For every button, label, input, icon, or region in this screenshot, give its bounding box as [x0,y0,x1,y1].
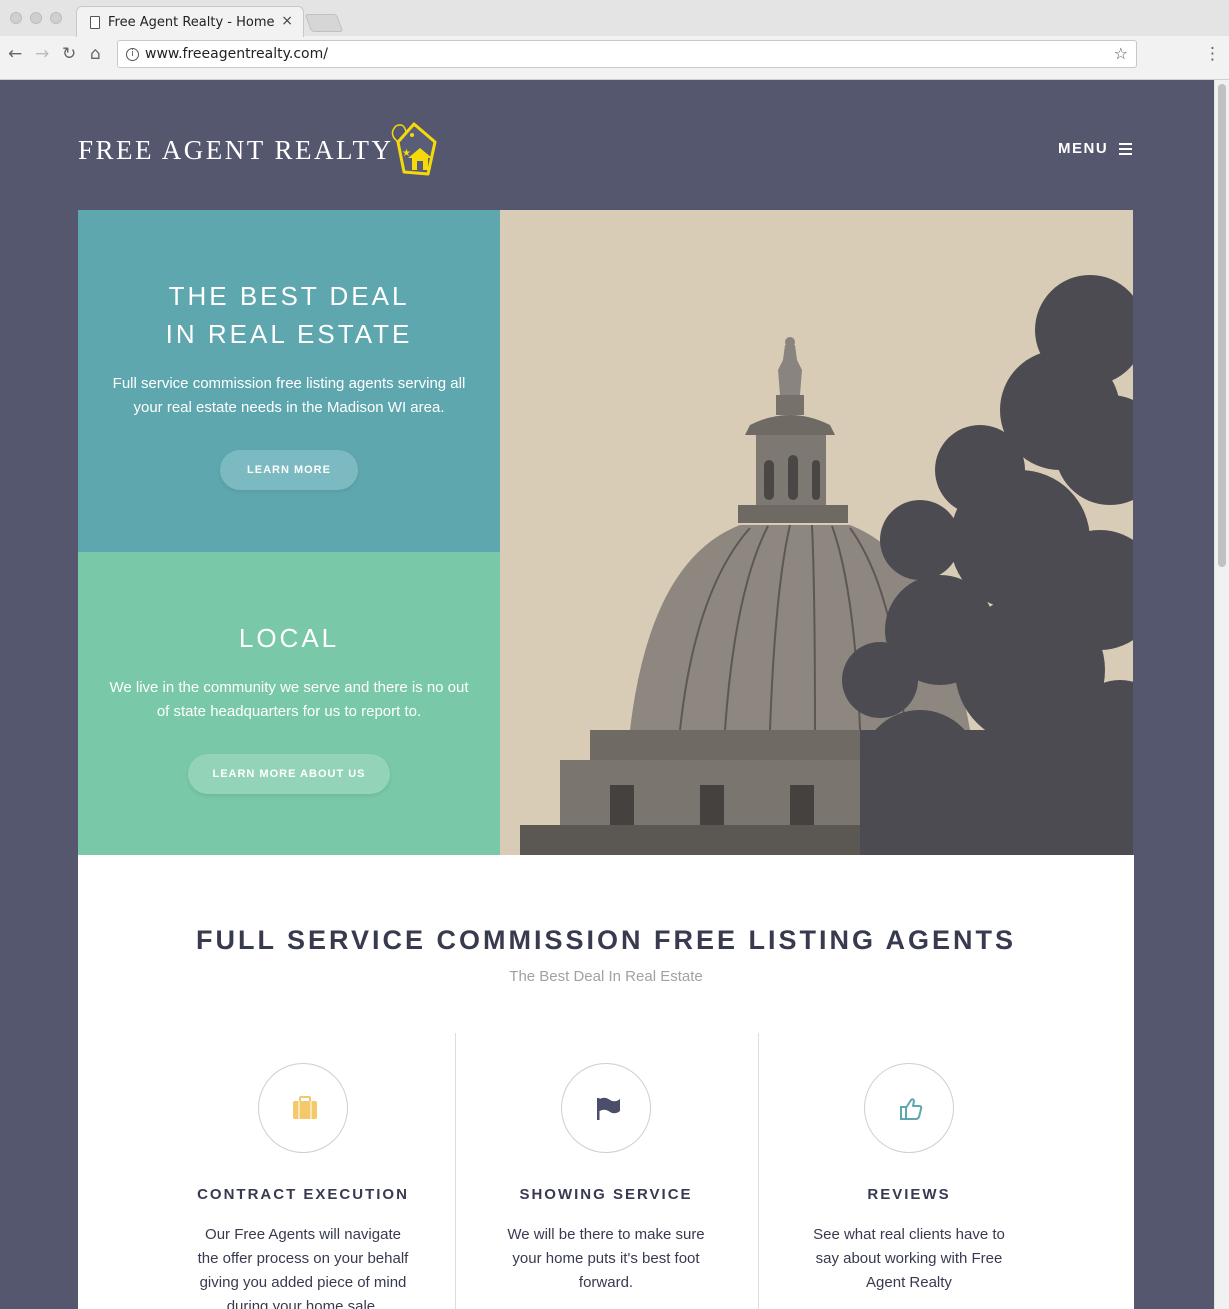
feature-title: SHOWING SERVICE [519,1186,693,1203]
feature-line: Agent Realty [866,1274,952,1291]
hamburger-icon[interactable] [1119,143,1132,155]
close-window-button[interactable] [10,12,22,24]
feature-line: say about working with Free [815,1250,1003,1267]
briefcase-icon [293,1096,317,1119]
scrollbar-thumb[interactable] [1218,84,1226,567]
services-section: FULL SERVICE COMMISSION FREE LISTING AGE… [78,855,1134,1309]
hero-title-line-2: IN REAL ESTATE [165,319,413,349]
feature-icon-circle [864,1063,954,1153]
feature-reviews: REVIEWS See what real clients have to sa… [759,1063,1059,1295]
back-icon[interactable]: ← [8,44,22,64]
url-text[interactable]: www.freeagentrealty.com/ [145,46,328,62]
capitol-dome-photo [500,210,1133,855]
hero-description-line-2: your real estate needs in the Madison WI… [133,399,445,416]
feature-line: during your home sale. [226,1298,380,1309]
scrollbar[interactable] [1214,80,1229,1309]
minimize-window-button[interactable] [30,12,42,24]
feature-line: forward. [578,1274,634,1291]
feature-line: Our Free Agents will navigate [205,1226,401,1243]
feature-line: We will be there to make sure [507,1226,705,1243]
feature-line: your home puts it's best foot [512,1250,700,1267]
new-tab-button[interactable] [304,14,344,32]
local-title: LOCAL [238,623,340,653]
star-icon[interactable]: ☆ [1114,44,1128,63]
local-description-line-1: We live in the community we serve and th… [109,679,469,696]
window-controls [10,12,62,24]
feature-contract-execution: CONTRACT EXECUTION Our Free Agents will … [153,1063,453,1309]
web-page: FREE AGENT REALTY ★ MENU THE BEST DEAL I… [0,80,1229,1309]
close-tab-icon[interactable]: × [281,13,293,29]
feature-title: REVIEWS [867,1186,951,1203]
home-icon[interactable]: ⌂ [90,44,101,64]
hero-secondary-panel: LOCAL We live in the community we serve … [78,552,500,855]
house-tag-logo-icon: ★ [391,122,437,176]
browser-toolbar: ← → ↻ ⌂ i www.freeagentrealty.com/ ☆ ⋮ [0,36,1229,80]
address-bar[interactable]: i www.freeagentrealty.com/ ☆ [117,40,1137,68]
feature-line: giving you added piece of mind [199,1274,407,1291]
kebab-icon[interactable]: ⋮ [1204,44,1221,64]
tab-title: Free Agent Realty - Home [108,15,275,30]
feature-line: See what real clients have to [813,1226,1005,1243]
feature-description: Our Free Agents will navigate the offer … [153,1223,453,1309]
feature-icon-circle [561,1063,651,1153]
forward-icon[interactable]: → [35,44,49,64]
browser-chrome: Free Agent Realty - Home × ← → ↻ ⌂ i www… [0,0,1229,80]
svg-text:★: ★ [402,148,411,159]
feature-line: the offer process on your behalf [197,1250,409,1267]
tab-strip: Free Agent Realty - Home × [0,0,1229,37]
maximize-window-button[interactable] [50,12,62,24]
services-title: FULL SERVICE COMMISSION FREE LISTING AGE… [195,925,1017,955]
hero-description: Full service commission free listing age… [78,372,500,420]
hero-title: THE BEST DEAL IN REAL ESTATE [78,277,500,353]
site-logo[interactable]: FREE AGENT REALTY [78,135,394,166]
services-subtitle: The Best Deal In Real Estate [509,968,703,985]
browser-tab[interactable]: Free Agent Realty - Home × [76,6,304,37]
learn-more-about-us-button[interactable]: LEARN MORE ABOUT US [188,754,390,794]
feature-description: See what real clients have to say about … [759,1223,1059,1295]
reload-icon[interactable]: ↻ [62,44,76,64]
feature-showing-service: SHOWING SERVICE We will be there to make… [456,1063,756,1295]
thumbs-up-icon [900,1098,923,1120]
feature-icon-circle [258,1063,348,1153]
hero-description-line-1: Full service commission free listing age… [112,375,466,392]
learn-more-button[interactable]: LEARN MORE [220,450,358,490]
menu-button[interactable]: MENU [1058,140,1108,157]
info-icon[interactable]: i [126,48,139,61]
hero-title-line-1: THE BEST DEAL [168,281,410,311]
document-icon [90,16,100,29]
feature-title: CONTRACT EXECUTION [197,1186,409,1203]
local-description: We live in the community we serve and th… [78,676,500,724]
local-description-line-2: of state headquarters for us to report t… [156,703,422,720]
flag-icon [597,1097,620,1120]
feature-description: We will be there to make sure your home … [456,1223,756,1295]
hero-primary-panel: THE BEST DEAL IN REAL ESTATE Full servic… [78,210,500,552]
